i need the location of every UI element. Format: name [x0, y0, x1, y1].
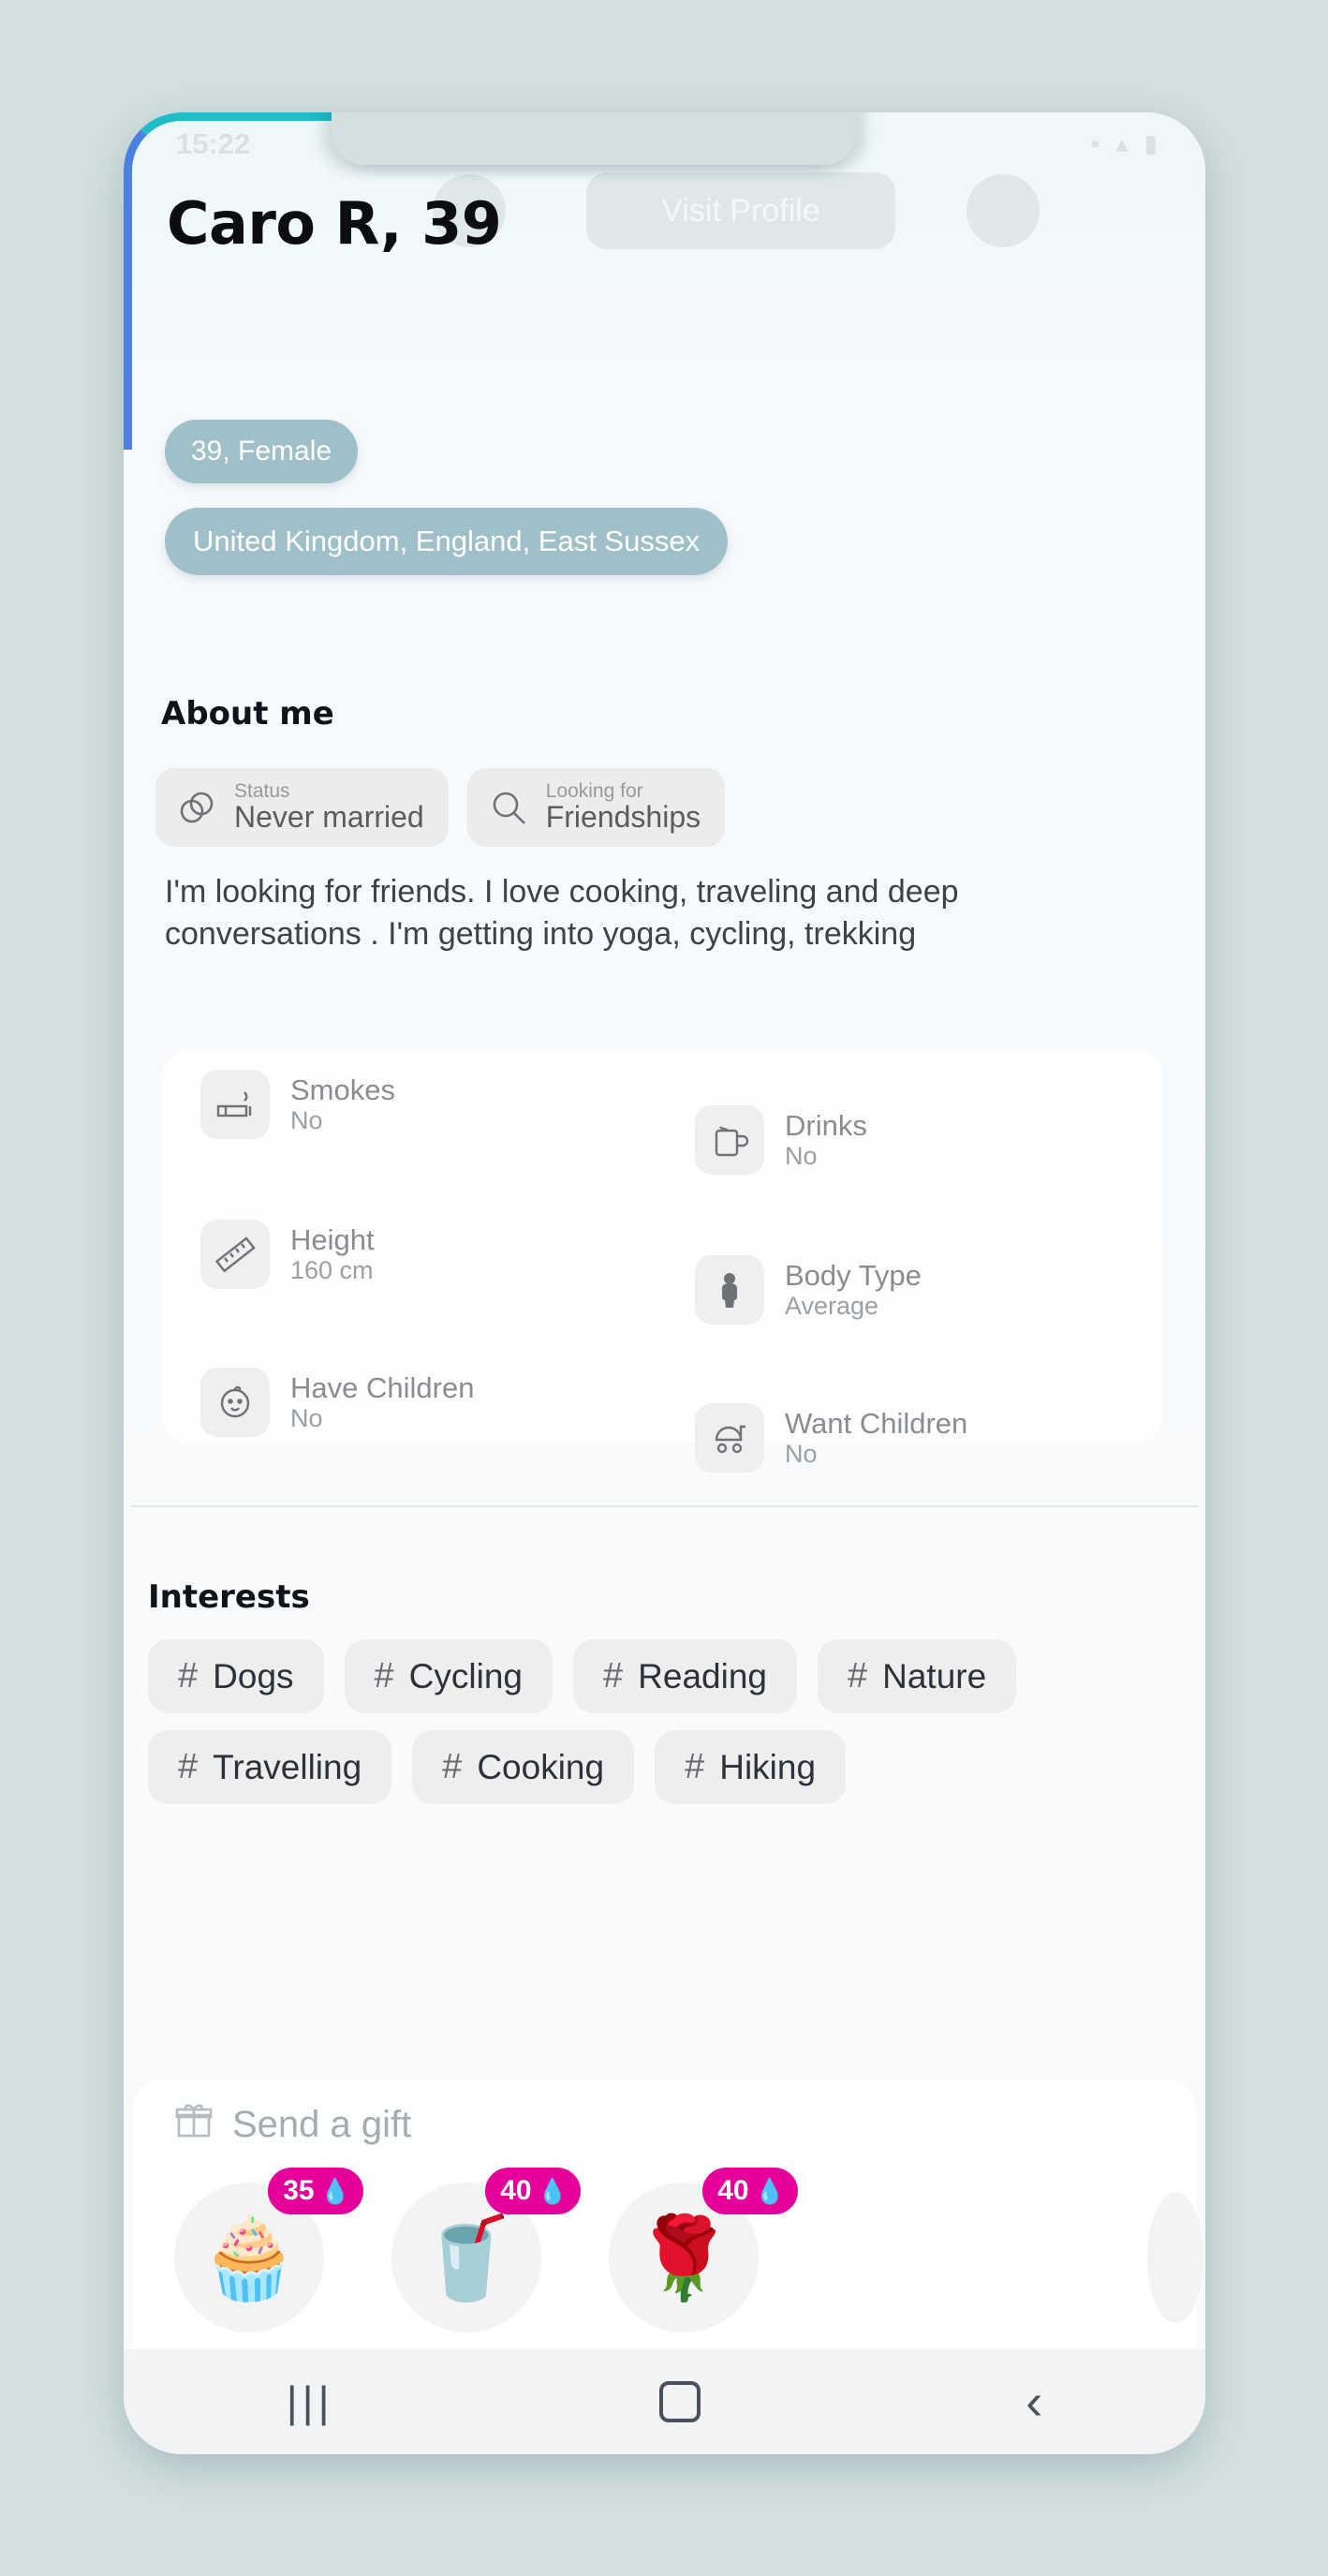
- gift-item-partial[interactable]: [1147, 2192, 1203, 2323]
- gift-item[interactable]: 🥤 40 💧: [391, 2168, 581, 2332]
- interest-tag[interactable]: # Cycling: [344, 1639, 553, 1713]
- beer-mug-icon: [695, 1105, 764, 1175]
- gift-price-value: 40: [500, 2175, 532, 2206]
- gift-item[interactable]: 🧁 35 💧: [174, 2168, 363, 2332]
- status-chip-value: Never married: [234, 800, 424, 835]
- credit-drop-icon: 💧: [537, 2176, 568, 2205]
- home-square-icon: [658, 2381, 701, 2422]
- interest-label: Cycling: [408, 1656, 523, 1695]
- gift-price-badge: 40 💧: [485, 2168, 581, 2214]
- interest-tag[interactable]: # Travelling: [148, 1730, 392, 1804]
- gift-price-value: 35: [283, 2175, 315, 2206]
- send-gift-title: Send a gift: [232, 2103, 412, 2145]
- interests-heading: Interests: [148, 1578, 310, 1616]
- gift-price-value: 40: [717, 2175, 749, 2206]
- interest-label: Hiking: [719, 1747, 817, 1786]
- looking-for-chip-label: Looking for: [545, 780, 643, 802]
- about-chips: Status Never married Looking for Friends…: [155, 768, 726, 847]
- attribute-key: Smokes: [290, 1073, 395, 1106]
- interests-list: # Dogs # Cycling # Reading # Nature # Tr…: [148, 1639, 1169, 1804]
- interest-tag[interactable]: # Cooking: [412, 1730, 635, 1804]
- stroller-icon: [695, 1403, 764, 1473]
- attribute-key: Drinks: [785, 1108, 867, 1142]
- gift-emoji: 🥤: [416, 2211, 517, 2305]
- hash-icon: #: [178, 1747, 199, 1786]
- back-button[interactable]: ‹: [1026, 2373, 1042, 2431]
- screen-root: 15:22 ▪ ▴ ▮ Visit Profile Caro R, 39 39,…: [0, 0, 1328, 2576]
- status-chip-label: Status: [234, 780, 290, 802]
- attribute-key: Want Children: [785, 1406, 968, 1440]
- home-button[interactable]: [658, 2381, 701, 2422]
- attribute-value: No: [290, 1106, 323, 1135]
- attribute-value: No: [785, 1440, 818, 1469]
- profile-scroll-content: Caro R, 39 39, Female United Kingdom, En…: [124, 112, 1205, 2454]
- attribute-value: No: [290, 1404, 323, 1433]
- body-icon: [695, 1255, 764, 1325]
- bio-text: I'm looking for friends. I love cooking,…: [165, 874, 959, 953]
- hash-icon: #: [178, 1656, 199, 1695]
- gift-price-badge: 40 💧: [702, 2168, 798, 2214]
- phone-frame: 15:22 ▪ ▴ ▮ Visit Profile Caro R, 39 39,…: [124, 112, 1205, 2454]
- interest-label: Nature: [882, 1656, 987, 1695]
- hash-icon: #: [442, 1747, 463, 1786]
- gift-item[interactable]: 🌹 40 💧: [609, 2168, 798, 2332]
- location-pill: United Kingdom, England, East Sussex: [165, 508, 729, 575]
- magnifier-icon: [488, 787, 529, 828]
- section-divider: [131, 1505, 1199, 1507]
- attribute-value: No: [785, 1142, 818, 1171]
- credit-drop-icon: 💧: [754, 2176, 785, 2205]
- android-nav-bar: ||| ‹: [124, 2349, 1205, 2454]
- hash-icon: #: [847, 1656, 868, 1695]
- interest-tag[interactable]: # Hiking: [655, 1730, 847, 1804]
- looking-for-chip[interactable]: Looking for Friendships: [466, 768, 726, 847]
- hash-icon: #: [685, 1747, 705, 1786]
- recents-button[interactable]: |||: [287, 2376, 334, 2427]
- baby-face-icon: [200, 1368, 270, 1437]
- page-title: Caro R, 39: [167, 189, 502, 258]
- attribute-value: Average: [785, 1292, 879, 1321]
- status-chip[interactable]: Status Never married: [155, 768, 449, 847]
- attribute-smokes: Smokes No: [200, 1070, 395, 1139]
- attribute-value: 160 cm: [290, 1256, 374, 1285]
- interest-label: Travelling: [213, 1747, 362, 1786]
- attribute-have-children: Have Children No: [200, 1368, 474, 1437]
- attribute-key: Body Type: [785, 1258, 922, 1292]
- attribute-key: Height: [290, 1222, 375, 1256]
- gift-items: 🧁 35 💧 🥤 40 💧 🌹 40 💧: [174, 2168, 798, 2332]
- attribute-want-children: Want Children No: [695, 1403, 967, 1473]
- gift-emoji: 🧁: [199, 2211, 300, 2305]
- cigarette-icon: [200, 1070, 270, 1139]
- attribute-key: Have Children: [290, 1370, 475, 1404]
- gift-icon: [174, 2100, 214, 2149]
- gift-price-badge: 35 💧: [268, 2168, 363, 2214]
- hash-icon: #: [374, 1656, 394, 1695]
- hash-icon: #: [603, 1656, 624, 1695]
- credit-drop-icon: 💧: [319, 2176, 350, 2205]
- interest-label: Cooking: [477, 1747, 605, 1786]
- interest-tag[interactable]: # Dogs: [148, 1639, 324, 1713]
- ruler-icon: [200, 1220, 270, 1289]
- send-gift-header: Send a gift: [174, 2100, 411, 2149]
- interest-label: Dogs: [213, 1656, 294, 1695]
- attribute-height: Height 160 cm: [200, 1220, 375, 1289]
- rings-icon: [176, 787, 217, 828]
- attribute-drinks: Drinks No: [695, 1105, 867, 1175]
- attributes-card: Smokes No Drinks No Height 160 cm Body T…: [161, 1049, 1163, 1473]
- about-me-heading: About me: [161, 695, 334, 733]
- interest-label: Reading: [638, 1656, 767, 1695]
- send-gift-panel: Send a gift 🧁 35 💧 🥤 40 💧 🌹 40 💧: [133, 2080, 1203, 2370]
- age-gender-pill: 39, Female: [165, 420, 359, 483]
- gift-emoji: 🌹: [633, 2211, 734, 2305]
- looking-for-chip-value: Friendships: [545, 800, 701, 835]
- interest-tag[interactable]: # Nature: [817, 1639, 1017, 1713]
- attribute-body-type: Body Type Average: [695, 1255, 922, 1325]
- interest-tag[interactable]: # Reading: [573, 1639, 797, 1713]
